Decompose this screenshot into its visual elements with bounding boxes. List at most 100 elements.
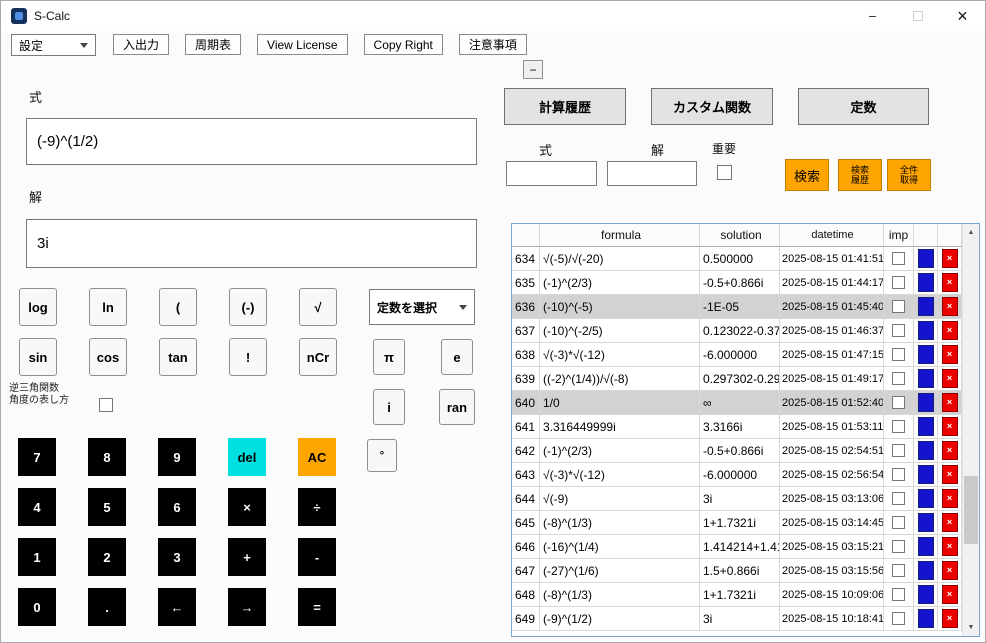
grid-row-642[interactable]: 642 (-1)^(2/3) -0.5+0.866i 2025-08-15 02:54… bbox=[512, 439, 962, 463]
grid-row-637[interactable]: 637 (-10)^(-2/5) 0.123022-0.378 2025-08-15 … bbox=[512, 319, 962, 343]
imp-checkbox[interactable] bbox=[892, 420, 905, 433]
key-left[interactable]: ← bbox=[158, 588, 196, 626]
settings-dropdown[interactable]: 設定 bbox=[11, 34, 96, 56]
key-5[interactable]: 5 bbox=[88, 488, 126, 526]
key-negate[interactable]: (-) bbox=[229, 288, 267, 326]
row-delete-button[interactable]: × bbox=[941, 417, 958, 436]
key-minus[interactable]: - bbox=[298, 538, 336, 576]
scroll-down-icon[interactable]: ▼ bbox=[963, 619, 979, 636]
row-delete-button[interactable]: × bbox=[941, 393, 958, 412]
key-2[interactable]: 2 bbox=[88, 538, 126, 576]
row-blue-button[interactable] bbox=[917, 393, 934, 412]
grid-row-638[interactable]: 638 √(-3)*√(-12) -6.000000 2025-08-15 01:47… bbox=[512, 343, 962, 367]
key-equals[interactable]: = bbox=[298, 588, 336, 626]
key-pi[interactable]: π bbox=[373, 339, 405, 375]
grid-row-646[interactable]: 646 (-16)^(1/4) 1.414214+1.41 2025-08-15 03… bbox=[512, 535, 962, 559]
key-tan[interactable]: tan bbox=[159, 338, 197, 376]
calc-history-button[interactable]: 計算履歴 bbox=[504, 88, 626, 125]
grid-row-644[interactable]: 644 √(-9) 3i 2025-08-15 03:13:06 × bbox=[512, 487, 962, 511]
key-open-paren[interactable]: ( bbox=[159, 288, 197, 326]
grid-scrollbar[interactable]: ▲ ▼ bbox=[962, 224, 979, 636]
row-blue-button[interactable] bbox=[917, 369, 934, 388]
grid-row-647[interactable]: 647 (-27)^(1/6) 1.5+0.866i 2025-08-15 03:15… bbox=[512, 559, 962, 583]
key-i[interactable]: i bbox=[373, 389, 405, 425]
col-header-formula[interactable]: formula bbox=[540, 224, 700, 247]
key-factorial[interactable]: ! bbox=[229, 338, 267, 376]
col-header-imp[interactable]: imp bbox=[884, 224, 914, 247]
key-9[interactable]: 9 bbox=[158, 438, 196, 476]
imp-checkbox[interactable] bbox=[892, 324, 905, 337]
imp-checkbox[interactable] bbox=[892, 348, 905, 361]
scroll-up-icon[interactable]: ▲ bbox=[963, 224, 979, 241]
view-license-button[interactable]: View License bbox=[257, 34, 348, 55]
grid-row-634[interactable]: 634 √(-5)/√(-20) 0.500000 2025-08-15 01:41:… bbox=[512, 247, 962, 271]
imp-checkbox[interactable] bbox=[892, 396, 905, 409]
key-e[interactable]: e bbox=[441, 339, 473, 375]
key-sqrt[interactable]: √ bbox=[299, 288, 337, 326]
imp-checkbox[interactable] bbox=[892, 252, 905, 265]
key-cos[interactable]: cos bbox=[89, 338, 127, 376]
row-delete-button[interactable]: × bbox=[941, 345, 958, 364]
key-ac[interactable]: AC bbox=[298, 438, 336, 476]
row-delete-button[interactable]: × bbox=[941, 297, 958, 316]
grid-row-645[interactable]: 645 (-8)^(1/3) 1+1.7321i 2025-08-15 03:14:4… bbox=[512, 511, 962, 535]
notes-button[interactable]: 注意事項 bbox=[458, 34, 527, 55]
imp-checkbox[interactable] bbox=[892, 444, 905, 457]
row-blue-button[interactable] bbox=[917, 561, 934, 580]
key-degree[interactable]: ° bbox=[367, 439, 397, 472]
row-blue-button[interactable] bbox=[917, 345, 934, 364]
row-delete-button[interactable]: × bbox=[941, 561, 958, 580]
copyright-button[interactable]: Copy Right bbox=[363, 34, 443, 55]
imp-checkbox[interactable] bbox=[892, 540, 905, 553]
row-delete-button[interactable]: × bbox=[941, 513, 958, 532]
row-blue-button[interactable] bbox=[917, 297, 934, 316]
row-delete-button[interactable]: × bbox=[941, 441, 958, 460]
constants-button[interactable]: 定数 bbox=[798, 88, 929, 125]
fetch-all-button[interactable]: 全件 取得 bbox=[887, 159, 931, 191]
key-plus[interactable]: + bbox=[228, 538, 266, 576]
imp-checkbox[interactable] bbox=[892, 468, 905, 481]
key-sin[interactable]: sin bbox=[19, 338, 57, 376]
search-formula-input[interactable] bbox=[506, 161, 597, 186]
col-header-solution[interactable]: solution bbox=[700, 224, 780, 247]
row-delete-button[interactable]: × bbox=[941, 585, 958, 604]
search-solution-input[interactable] bbox=[607, 161, 697, 186]
minimize-button[interactable]: − bbox=[850, 1, 895, 31]
row-blue-button[interactable] bbox=[917, 417, 934, 436]
grid-row-649[interactable]: 649 (-9)^(1/2) 3i 2025-08-15 10:18:41 × bbox=[512, 607, 962, 631]
key-ncr[interactable]: nCr bbox=[299, 338, 337, 376]
key-3[interactable]: 3 bbox=[158, 538, 196, 576]
search-history-button[interactable]: 検索 履歴 bbox=[838, 159, 882, 191]
key-1[interactable]: 1 bbox=[18, 538, 56, 576]
row-delete-button[interactable]: × bbox=[941, 489, 958, 508]
key-divide[interactable]: ÷ bbox=[298, 488, 336, 526]
key-8[interactable]: 8 bbox=[88, 438, 126, 476]
row-delete-button[interactable]: × bbox=[941, 249, 958, 268]
grid-row-643[interactable]: 643 √(-3)*√(-12) -6.000000 2025-08-15 02:56… bbox=[512, 463, 962, 487]
grid-row-641[interactable]: 641 3.316449999i 3.3166i 2025-08-15 01:53:1… bbox=[512, 415, 962, 439]
row-blue-button[interactable] bbox=[917, 441, 934, 460]
grid-row-640[interactable]: 640 1/0 ∞ 2025-08-15 01:52:40 × bbox=[512, 391, 962, 415]
custom-functions-button[interactable]: カスタム関数 bbox=[651, 88, 773, 125]
row-blue-button[interactable] bbox=[917, 465, 934, 484]
imp-checkbox[interactable] bbox=[892, 372, 905, 385]
key-decimal[interactable]: . bbox=[88, 588, 126, 626]
collapse-panel-button[interactable]: − bbox=[523, 60, 543, 79]
imp-checkbox[interactable] bbox=[892, 612, 905, 625]
row-delete-button[interactable]: × bbox=[941, 369, 958, 388]
row-delete-button[interactable]: × bbox=[941, 537, 958, 556]
key-4[interactable]: 4 bbox=[18, 488, 56, 526]
key-ln[interactable]: ln bbox=[89, 288, 127, 326]
imp-checkbox[interactable] bbox=[892, 516, 905, 529]
row-blue-button[interactable] bbox=[917, 489, 934, 508]
key-log[interactable]: log bbox=[19, 288, 57, 326]
grid-row-636[interactable]: 636 (-10)^(-5) -1E-05 2025-08-15 01:45:40 × bbox=[512, 295, 962, 319]
periodic-table-button[interactable]: 周期表 bbox=[185, 34, 242, 55]
key-del[interactable]: del bbox=[228, 438, 266, 476]
imp-checkbox[interactable] bbox=[892, 588, 905, 601]
imp-checkbox[interactable] bbox=[892, 300, 905, 313]
key-7[interactable]: 7 bbox=[18, 438, 56, 476]
scroll-thumb[interactable] bbox=[964, 476, 978, 544]
solution-output[interactable] bbox=[26, 219, 477, 268]
row-blue-button[interactable] bbox=[917, 537, 934, 556]
